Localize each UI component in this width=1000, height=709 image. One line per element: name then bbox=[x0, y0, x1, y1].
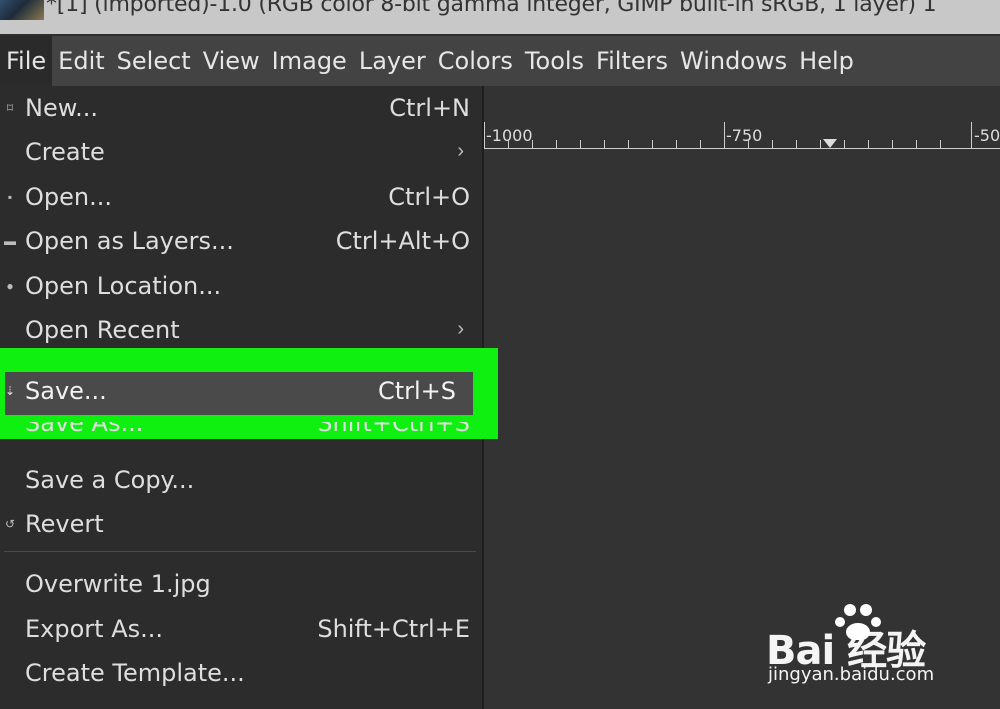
menu-separator bbox=[4, 551, 476, 552]
menu-edit[interactable]: Edit bbox=[52, 36, 110, 86]
ruler-label: -1000 bbox=[486, 126, 533, 145]
menu-item-create[interactable]: Create › bbox=[0, 132, 482, 176]
menu-item-overwrite[interactable]: Overwrite 1.jpg bbox=[0, 564, 482, 608]
watermark-site: jingyan.baidu.com bbox=[768, 664, 935, 685]
menu-layer[interactable]: Layer bbox=[353, 36, 432, 86]
menu-item-create-template[interactable]: Create Template... bbox=[0, 653, 482, 697]
menu-item-new[interactable]: ⌑ New... Ctrl+N bbox=[0, 88, 482, 132]
menu-item-revert[interactable]: ↺ Revert bbox=[0, 504, 482, 548]
menu-item-save[interactable]: ⇣ Save... Ctrl+S bbox=[0, 371, 482, 415]
menu-item-open-as-layers[interactable]: ▬ Open as Layers... Ctrl+Alt+O bbox=[0, 221, 482, 265]
new-image-icon: ⌑ bbox=[6, 101, 14, 115]
menu-file[interactable]: File bbox=[0, 36, 53, 86]
globe-icon: ● bbox=[6, 279, 14, 293]
open-layers-icon: ▬ bbox=[4, 234, 16, 248]
menu-item-export-as[interactable]: Export As... Shift+Ctrl+E bbox=[0, 609, 482, 653]
menu-item-save-as[interactable]: Save As... Shift+Ctrl+S bbox=[0, 422, 482, 438]
submenu-arrow-icon: › bbox=[457, 318, 464, 340]
window-title: *[1] (imported)-1.0 (RGB color 8-bit gam… bbox=[46, 0, 937, 17]
menu-colors[interactable]: Colors bbox=[432, 36, 519, 86]
menu-help[interactable]: Help bbox=[793, 36, 860, 86]
horizontal-ruler[interactable]: -1000 -750 -50 bbox=[484, 118, 1000, 152]
menu-tools[interactable]: Tools bbox=[519, 36, 590, 86]
menu-windows[interactable]: Windows bbox=[674, 36, 793, 86]
save-icon: ⇣ bbox=[4, 384, 16, 398]
menu-item-open-recent[interactable]: Open Recent › bbox=[0, 310, 482, 354]
menu-item-open[interactable]: ▪ Open... Ctrl+O bbox=[0, 177, 482, 221]
submenu-arrow-icon: › bbox=[457, 140, 464, 162]
revert-icon: ↺ bbox=[4, 517, 16, 531]
menu-filters[interactable]: Filters bbox=[590, 36, 674, 86]
open-image-icon: ▪ bbox=[7, 190, 13, 204]
ruler-label: -50 bbox=[974, 126, 1000, 145]
menu-view[interactable]: View bbox=[197, 36, 266, 86]
menu-image[interactable]: Image bbox=[266, 36, 353, 86]
ruler-label: -750 bbox=[726, 126, 763, 145]
baidu-watermark: Bai 经验 jingyan.baidu.com bbox=[766, 600, 966, 690]
menu-select[interactable]: Select bbox=[111, 36, 197, 86]
menu-item-open-location[interactable]: ● Open Location... bbox=[0, 266, 482, 310]
title-bar: *[1] (imported)-1.0 (RGB color 8-bit gam… bbox=[0, 0, 1000, 34]
menu-item-save-a-copy[interactable]: Save a Copy... bbox=[0, 460, 482, 504]
image-thumbnail-icon bbox=[0, 0, 44, 20]
menu-bar: File Edit Select View Image Layer Colors… bbox=[0, 36, 1000, 86]
ruler-pointer-icon bbox=[823, 139, 837, 148]
